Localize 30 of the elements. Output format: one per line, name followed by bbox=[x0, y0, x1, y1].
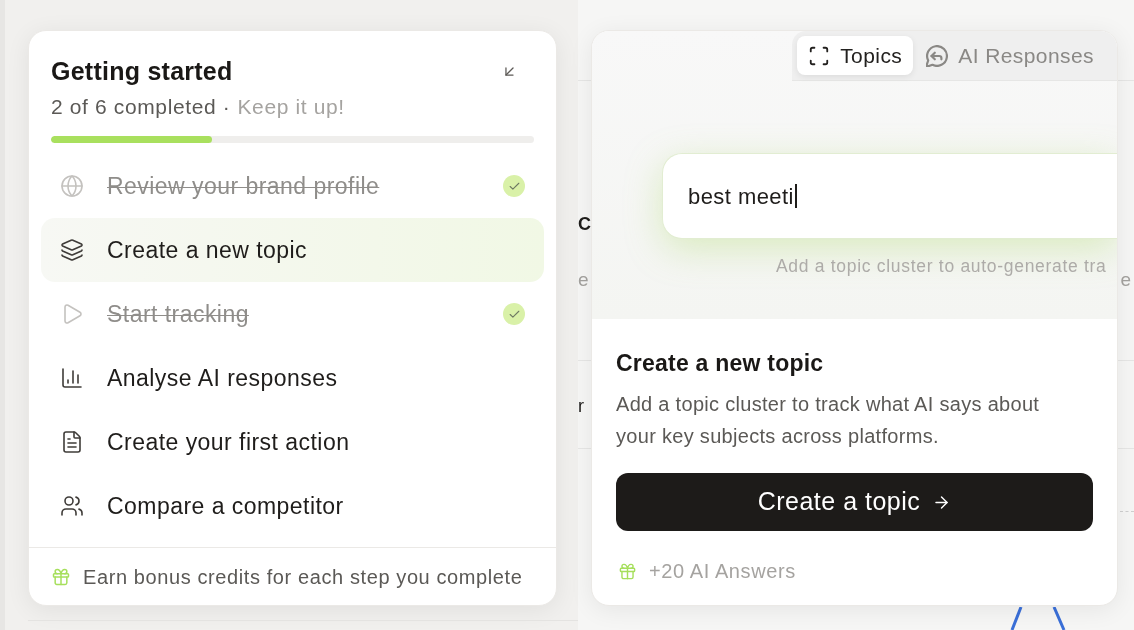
layers-icon bbox=[60, 238, 84, 262]
create-topic-button[interactable]: Create a topic bbox=[616, 473, 1093, 531]
reward-text: +20 AI Answers bbox=[649, 559, 796, 583]
encouragement-text: Keep it up! bbox=[237, 94, 345, 120]
background-text: C bbox=[578, 213, 591, 236]
gift-icon bbox=[618, 561, 637, 581]
gift-icon bbox=[51, 566, 71, 587]
topic-input-field[interactable]: best meeti bbox=[662, 153, 1117, 239]
chat-reply-icon bbox=[926, 44, 949, 67]
checklist-title: Getting started bbox=[51, 56, 233, 87]
background-text: r bbox=[578, 395, 584, 418]
chart-line-fragment bbox=[1010, 607, 1066, 630]
document-icon bbox=[60, 430, 84, 454]
checklist-step[interactable]: Compare a competitor bbox=[41, 474, 544, 538]
checklist-step[interactable]: Create a new topic bbox=[41, 218, 544, 282]
bar-chart-icon bbox=[60, 366, 84, 390]
checklist-step[interactable]: Analyse AI responses bbox=[41, 346, 544, 410]
topic-card-title: Create a new topic bbox=[616, 349, 825, 377]
globe-icon bbox=[60, 174, 84, 198]
topic-card-description: Add a topic cluster to track what AI says about your key subjects across platforms. bbox=[616, 392, 1041, 449]
preview-tab[interactable]: Topics bbox=[797, 36, 914, 75]
bonus-credits-text: Earn bonus credits for each step you complete bbox=[83, 564, 523, 590]
checklist-step[interactable]: Create your first action bbox=[41, 410, 544, 474]
progress-count: 2 of 6 completed · bbox=[51, 94, 231, 120]
focus-frame-icon bbox=[808, 44, 831, 67]
background-text: e bbox=[578, 268, 589, 292]
users-icon bbox=[60, 494, 84, 518]
preview-hint-text: Add a topic cluster to auto-generate tra bbox=[776, 256, 1107, 276]
background-text: e bbox=[1120, 268, 1131, 292]
text-cursor-icon bbox=[794, 184, 797, 208]
